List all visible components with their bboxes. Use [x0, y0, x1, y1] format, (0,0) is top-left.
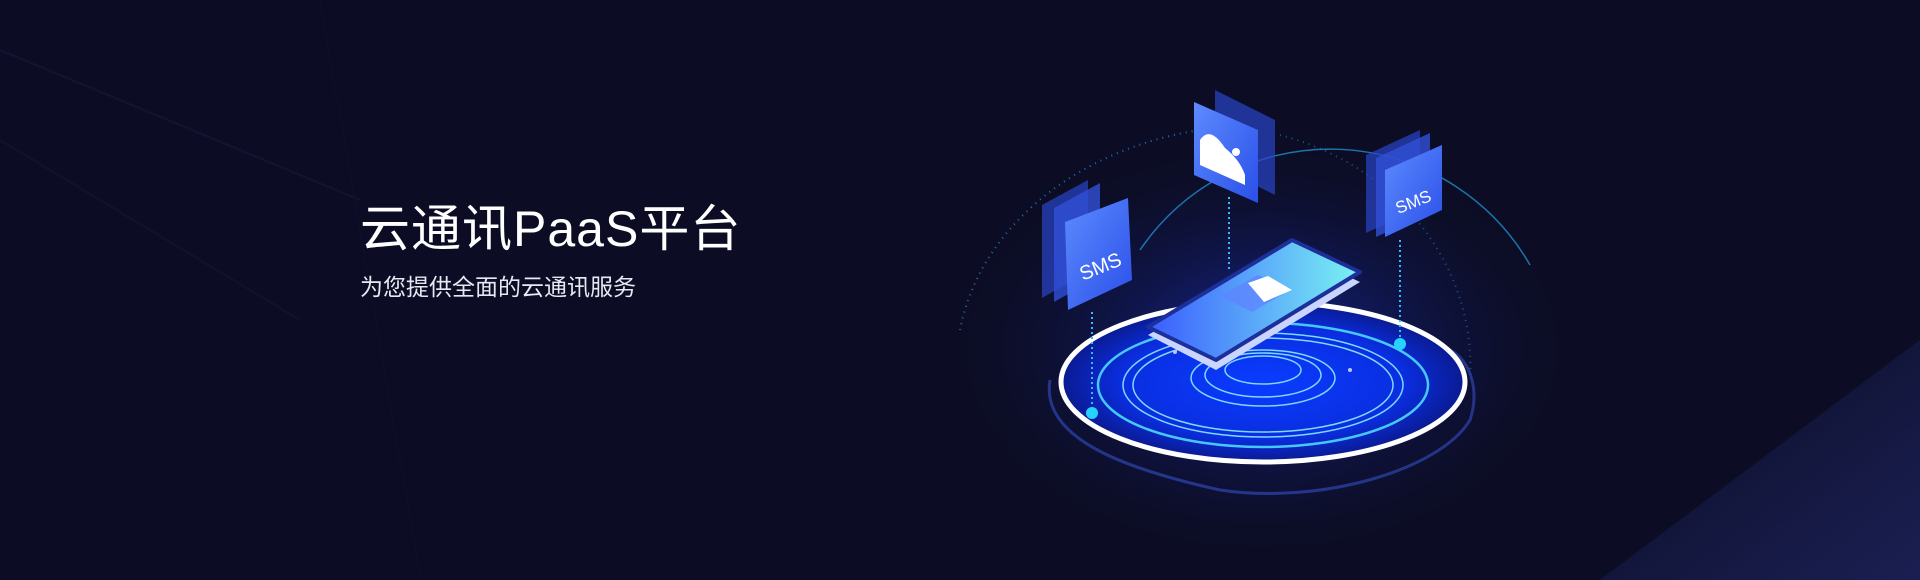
connector-dot	[1394, 338, 1406, 350]
corner-gradient	[1600, 340, 1920, 580]
hero-banner: SMS SMS 云通讯PaaS平台 为您提供全面的云通讯服务	[0, 0, 1920, 580]
hero-illustration: SMS SMS	[0, 0, 1920, 580]
hero-title: 云通讯PaaS平台	[360, 201, 742, 257]
hero-subtitle: 为您提供全面的云通讯服务	[360, 274, 636, 300]
connector-dot	[1086, 407, 1098, 419]
background-streaks	[0, 0, 421, 576]
